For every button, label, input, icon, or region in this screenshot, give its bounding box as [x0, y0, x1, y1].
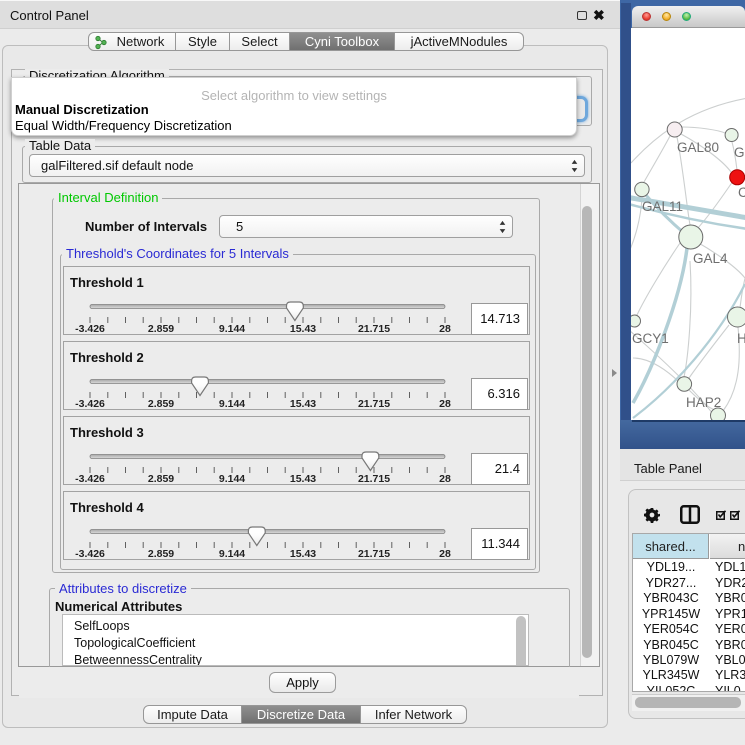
- svg-text:GAL11: GAL11: [642, 199, 683, 214]
- svg-text:G.: G.: [734, 145, 745, 160]
- svg-text:GAL80: GAL80: [677, 140, 719, 155]
- svg-text:GCY1: GCY1: [632, 331, 669, 346]
- svg-text:GAL4: GAL4: [693, 251, 728, 266]
- svg-text:HAP2: HAP2: [686, 395, 721, 410]
- svg-text:H: H: [737, 331, 745, 346]
- svg-text:C: C: [738, 185, 745, 200]
